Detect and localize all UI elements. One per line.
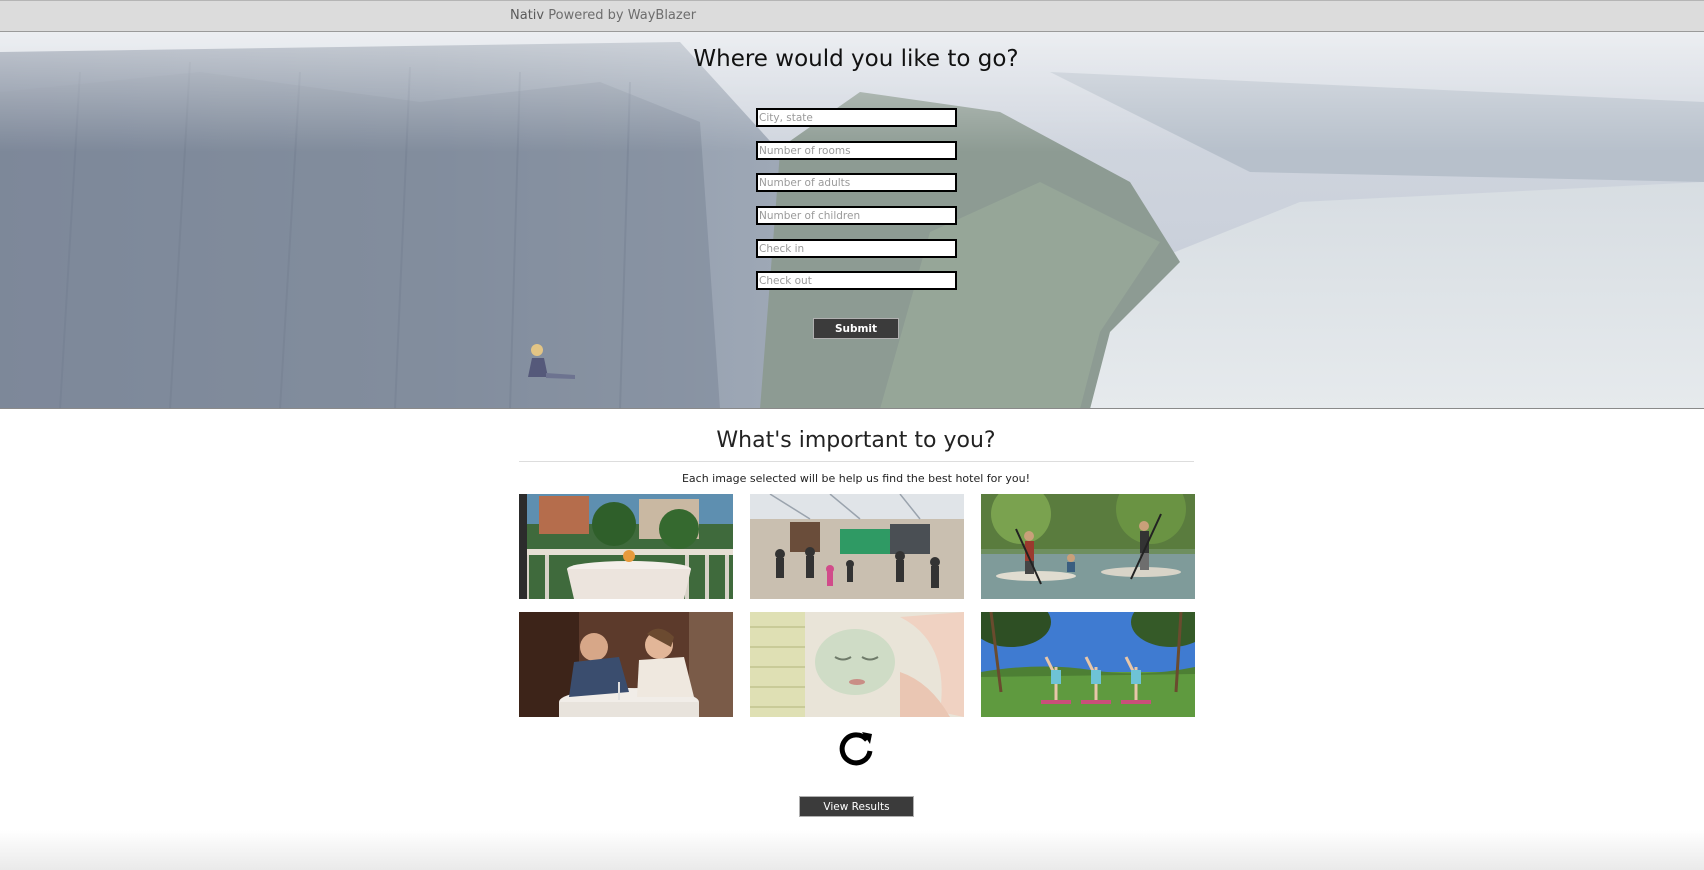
brand[interactable]: Nativ Powered by WayBlazer bbox=[510, 8, 696, 23]
preferences-subtitle: Each image selected will be help us find… bbox=[681, 472, 1031, 485]
outdoor-yoga-image[interactable] bbox=[981, 612, 1195, 717]
rooms-input[interactable] bbox=[756, 141, 957, 160]
check-in-input[interactable] bbox=[756, 239, 957, 258]
submit-button[interactable]: Submit bbox=[813, 318, 899, 339]
refresh-icon[interactable] bbox=[836, 728, 876, 768]
search-title: Where would you like to go? bbox=[693, 46, 1019, 72]
city-state-input[interactable] bbox=[756, 108, 957, 127]
romantic-dinner-image[interactable] bbox=[519, 612, 733, 717]
children-input[interactable] bbox=[756, 206, 957, 225]
paddleboard-image[interactable] bbox=[981, 494, 1195, 599]
preferences-title: What's important to you? bbox=[716, 428, 996, 453]
section-divider bbox=[519, 461, 1194, 462]
top-navbar: Nativ Powered by WayBlazer bbox=[0, 0, 1704, 32]
brand-name[interactable]: Nativ bbox=[510, 8, 544, 23]
spa-facial-image[interactable] bbox=[750, 612, 964, 717]
search-hero: Where would you like to go? Submit bbox=[0, 32, 1704, 409]
brand-tagline: Powered by WayBlazer bbox=[548, 8, 697, 23]
family-museum-image[interactable] bbox=[750, 494, 964, 599]
page-bottom-shadow bbox=[0, 830, 1704, 870]
check-out-input[interactable] bbox=[756, 271, 957, 290]
adults-input[interactable] bbox=[756, 173, 957, 192]
dining-terrace-image[interactable] bbox=[519, 494, 733, 599]
view-results-button[interactable]: View Results bbox=[799, 796, 914, 817]
